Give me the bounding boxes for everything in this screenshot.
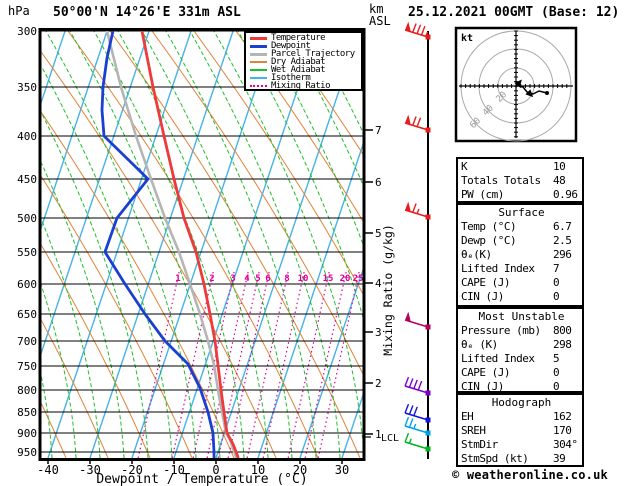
most-unstable-panel-title: Most Unstable [478,310,565,323]
stat-row: Lifted Index 5 [461,352,560,365]
stat-row: Pressure (mb) 800 [461,324,572,337]
sounding-page: 1 2 3 4 5 6 8 10 15 20 25 300 350 400 450 500 550 600 650 7… [0,0,629,486]
svg-text:3: 3 [230,274,235,284]
svg-text:8: 8 [284,274,289,284]
legend-item-mixing-ratio: Mixing Ratio [248,81,361,91]
svg-text:650: 650 [17,308,37,321]
stat-row: CAPE (J) 0 [461,276,560,289]
svg-text:2: 2 [375,377,382,390]
altitude-unit-label: km ASL [369,3,391,27]
surface-panel: Surface Temp (°C) 6.7 Dewp (°C) 2.5 θₑ(K) 2… [456,203,584,307]
svg-text:900: 900 [17,427,37,440]
wind-barb [404,21,431,40]
date-title: 25.12.2021 00GMT (Base: 12) [408,5,620,20]
stat-row: θₑ (K) 298 [461,338,572,351]
stat-row: Temp (°C) 6.7 [461,220,572,233]
surface-panel-title: Surface [498,206,545,219]
lcl-label: LCL [381,433,399,444]
dry-adiabat-swatch [250,61,267,63]
legend-box: Temperature Dewpoint Parcel Trajectory D… [244,31,363,91]
svg-text:25: 25 [353,274,364,284]
station-title: 50°00'N 14°26'E 331m ASL [53,5,241,20]
svg-text:450: 450 [17,173,37,186]
stat-row: EH 162 [461,410,572,423]
mixing-ratio-swatch [250,85,267,87]
svg-text:6: 6 [375,176,382,189]
hodograph-stats-panel: Hodograph EH 162 SREH 170 StmDir 304° StmSp… [456,393,584,467]
stat-row: StmDir 304° [461,438,578,451]
mixing-ratio-axis-label: Mixing Ratio (g/kg) [381,224,395,356]
svg-text:5: 5 [255,274,260,284]
svg-text:10: 10 [298,274,309,284]
svg-text:750: 750 [17,360,37,373]
svg-text:950: 950 [17,446,37,459]
stat-row: K 10 [461,160,566,173]
svg-text:800: 800 [17,384,37,397]
svg-text:7: 7 [375,124,382,137]
wind-barb-column [404,21,431,459]
pressure-tick-labels: 300 350 400 450 500 550 600 650 700 750 800 850 900 9… [17,25,37,459]
svg-text:4: 4 [244,274,250,284]
indices-panel: K 10 Totals Totals 48 PW (cm) 0.96 [456,157,584,203]
temperature-line-swatch [250,36,267,40]
wind-barb [404,432,431,452]
pressure-unit-label: hPa [8,4,30,18]
stat-row: Totals Totals 48 [461,174,566,187]
svg-text:30: 30 [335,463,349,477]
svg-text:850: 850 [17,406,37,419]
stat-row: CIN (J) 0 [461,290,560,303]
isotherm-swatch [250,77,267,79]
wind-barb [404,114,431,133]
wet-adiabat-swatch [250,69,267,71]
temp-axis-caption: Dewpoint / Temperature (°C) [96,472,307,486]
svg-text:2: 2 [209,274,214,284]
asl-label: ASL [369,14,391,28]
most-unstable-panel: Most Unstable Pressure (mb) 800 θₑ (K) 298… [456,307,584,393]
svg-text:400: 400 [17,130,37,143]
svg-text:500: 500 [17,212,37,225]
svg-text:6: 6 [265,274,270,284]
stat-row: SREH 170 [461,424,572,437]
parcel-trajectory-curve [105,31,238,458]
stat-row: CAPE (J) 0 [461,366,560,379]
svg-text:600: 600 [17,278,37,291]
svg-text:550: 550 [17,246,37,259]
stat-row: PW (cm) 0.96 [461,188,578,201]
parcel-line-swatch [250,52,267,56]
isotherms [41,31,363,458]
temperature-curve [140,31,240,458]
stat-row: Lifted Index 7 [461,262,560,275]
mixing-ratio-lines [137,269,361,458]
svg-text:20: 20 [340,274,351,284]
svg-text:350: 350 [17,81,37,94]
wind-barb [404,311,431,330]
wind-barb [404,201,431,220]
stat-row: StmSpd (kt) 39 [461,452,566,465]
svg-text:1: 1 [175,274,180,284]
wind-barb [404,403,431,423]
svg-text:-40: -40 [37,463,59,477]
dewpoint-line-swatch [250,44,267,48]
hodograph-panel-title: Hodograph [491,396,552,409]
svg-text:300: 300 [17,25,37,38]
stat-row: Dewp (°C) 2.5 [461,234,572,247]
svg-text:700: 700 [17,335,37,348]
svg-text:15: 15 [323,274,334,284]
stat-row: θₑ(K) 296 [461,248,572,261]
wind-barb [404,376,431,396]
hodograph: 204060kt [454,26,578,143]
stat-row: CIN (J) 0 [461,380,560,393]
legend-label: Mixing Ratio [271,81,331,91]
credit-text: © weatheronline.co.uk [452,468,608,482]
hodograph-unit-label: kt [461,33,473,44]
